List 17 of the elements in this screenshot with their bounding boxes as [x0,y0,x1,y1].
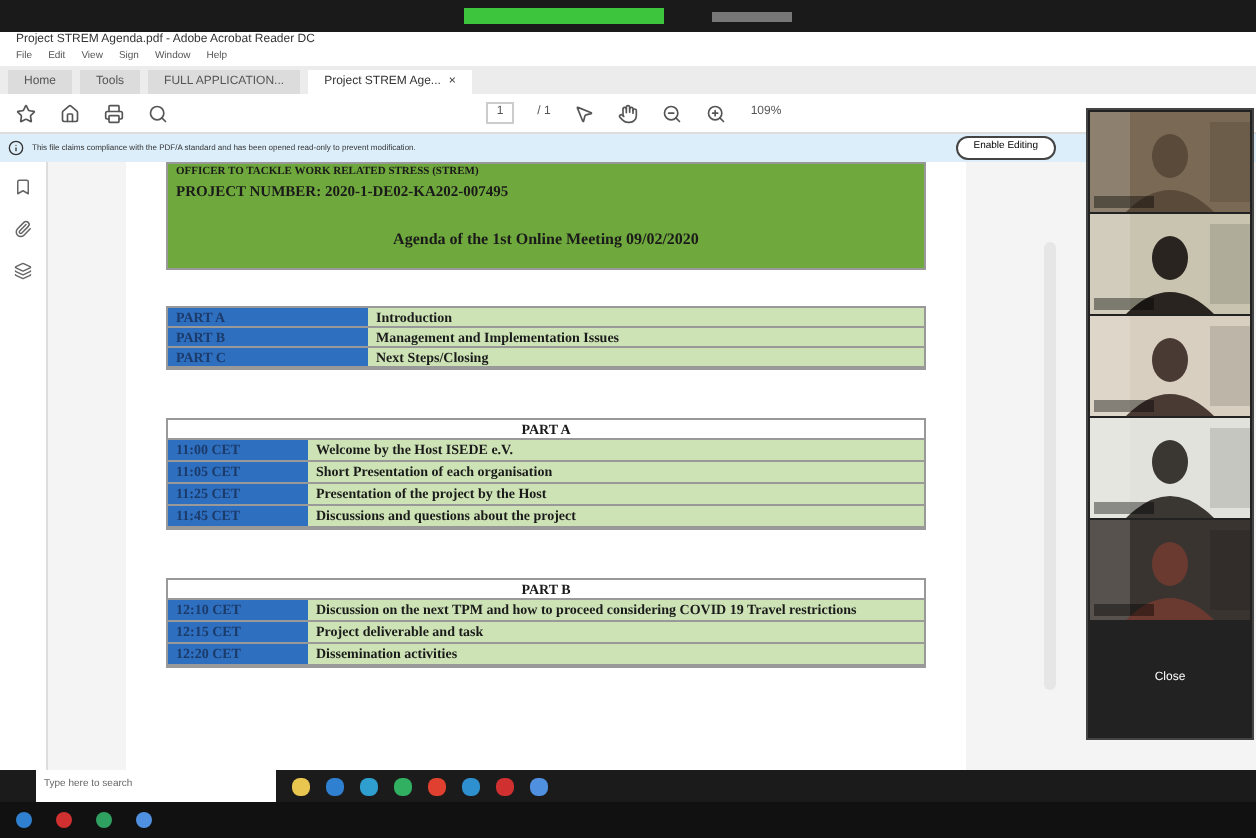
bookmark-icon[interactable] [14,178,32,196]
layers-icon[interactable] [14,262,32,280]
search-icon[interactable] [148,103,168,123]
zoom-out-icon[interactable] [662,103,683,123]
zoom-in-icon[interactable] [706,103,727,123]
taskbar-app-icon[interactable] [136,812,152,828]
paperclip-icon[interactable] [14,220,32,238]
home-icon[interactable] [60,103,80,123]
hand-icon[interactable] [618,103,639,123]
pointer-icon[interactable] [574,103,595,123]
bookmark-star-icon[interactable] [16,103,36,123]
taskbar-app-icon[interactable] [96,812,112,828]
agenda-title: Agenda of the 1st Online Meeting 09/02/2020 [391,227,701,251]
view-options-button[interactable] [712,11,792,21]
info-icon [8,140,24,156]
print-icon[interactable] [104,103,124,123]
taskbar-app-icon[interactable] [16,812,32,828]
